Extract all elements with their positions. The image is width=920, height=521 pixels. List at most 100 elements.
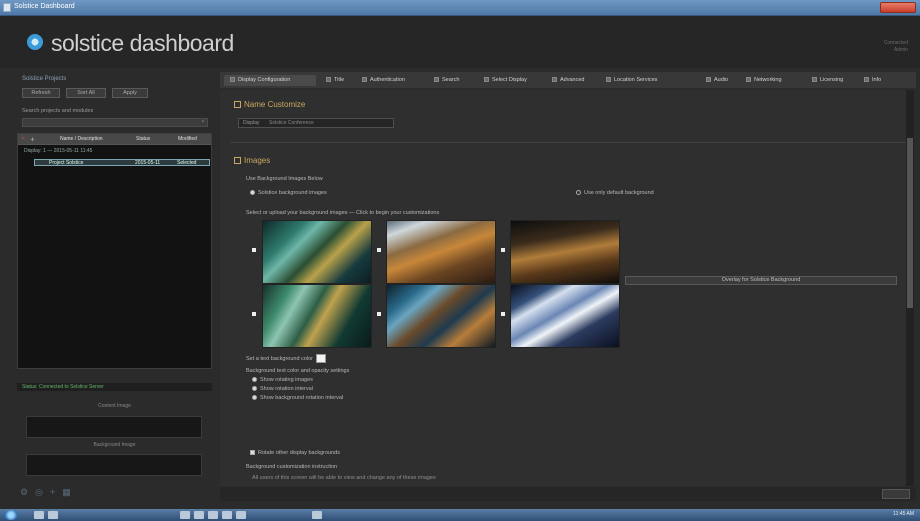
section-title: Images — [244, 156, 271, 165]
tab-select-display[interactable]: Select Display — [478, 75, 544, 86]
column-name[interactable]: Name / Description — [60, 136, 103, 142]
radio-icon — [576, 190, 581, 196]
background-thumbnail[interactable] — [510, 284, 620, 348]
content-image-box[interactable] — [26, 416, 202, 438]
tab-location-services[interactable]: Location Services — [600, 75, 698, 86]
radio-default-background[interactable]: Use only default background — [576, 190, 654, 196]
thumb-select-handle[interactable] — [501, 312, 505, 316]
overlay-background-button[interactable]: Overlay for Solstice Background — [625, 276, 897, 285]
column-modified[interactable]: Modified — [178, 136, 197, 142]
settings-tabbar: Display Configuration Title Authenticati… — [220, 72, 916, 88]
background-thumbnail[interactable] — [262, 284, 372, 348]
tab-display-configuration[interactable]: Display Configuration — [224, 75, 316, 86]
chevron-right-icon: › — [202, 119, 204, 125]
option-rotating-images[interactable]: Show rotating images — [252, 377, 313, 383]
delete-icon[interactable]: ✕ — [21, 136, 25, 142]
text-color-label: Set a text background color — [246, 355, 313, 362]
text-color-setting[interactable]: Set a text background color — [246, 354, 326, 363]
background-thumbnail[interactable] — [262, 220, 372, 284]
tab-advanced[interactable]: Advanced — [546, 75, 598, 86]
taskbar-app-icon[interactable] — [236, 511, 246, 519]
grid-icon[interactable]: ▦ — [62, 487, 71, 498]
thumb-select-handle[interactable] — [252, 312, 256, 316]
tab-label: Advanced — [560, 77, 585, 83]
tab-label: Networking — [754, 77, 782, 83]
tab-networking[interactable]: Networking — [740, 75, 804, 86]
radio-solstice-images[interactable]: Solstice background images — [250, 190, 327, 196]
start-button-icon[interactable] — [4, 510, 18, 520]
tab-label: Location Services — [614, 77, 658, 83]
tab-authentication[interactable]: Authentication — [356, 75, 426, 86]
upload-instructions: Select or upload your background images … — [246, 210, 440, 216]
solstice-logo-icon — [27, 34, 43, 50]
taskbar-app-icon[interactable] — [180, 511, 190, 519]
background-thumbnail[interactable] — [510, 220, 620, 284]
note-heading: Background customization instruction — [246, 464, 338, 470]
content-image-label: Content Image — [98, 403, 131, 409]
background-thumbnail[interactable] — [386, 220, 496, 284]
refresh-button[interactable]: Refresh — [22, 88, 60, 98]
sort-all-button[interactable]: Sort All — [66, 88, 106, 98]
taskbar-app-icon[interactable] — [222, 511, 232, 519]
window-titlebar: Solstice Dashboard — [0, 0, 920, 16]
window-close-button[interactable] — [880, 2, 916, 13]
globe-icon[interactable]: ◎ — [35, 487, 43, 498]
tab-icon — [484, 77, 489, 83]
display-name-value: Solstice Conference — [269, 120, 314, 126]
radio-label: Use only default background — [584, 190, 654, 196]
tab-title[interactable]: Title — [320, 75, 354, 86]
rotate-backgrounds-checkbox[interactable]: Rotate other display backgrounds — [250, 450, 340, 456]
tab-icon — [812, 77, 817, 83]
display-name-field[interactable]: Display Solstice Conference — [238, 118, 394, 128]
taskbar-clock: 11:45 AM — [893, 511, 914, 517]
scrollbar-thumb[interactable] — [907, 138, 913, 308]
tab-audio[interactable]: Audio — [700, 75, 738, 86]
option-background-interval[interactable]: Show background rotation interval — [252, 395, 343, 401]
background-image-box[interactable] — [26, 454, 202, 476]
tab-icon — [706, 77, 711, 83]
thumb-select-handle[interactable] — [377, 248, 381, 252]
tab-info[interactable]: Info — [858, 75, 890, 86]
app-icon — [3, 3, 11, 12]
taskbar-app-icon[interactable] — [312, 511, 322, 519]
tab-icon — [552, 77, 557, 83]
tab-licensing[interactable]: Licensing — [806, 75, 856, 86]
display-name-label: Display — [243, 120, 260, 126]
add-icon[interactable]: ＋ — [30, 136, 35, 143]
table-row[interactable]: Project Solstice 2015-05-11 Selected — [34, 159, 210, 166]
section-title: Name Customize — [244, 100, 306, 109]
project-search-input[interactable]: › — [22, 118, 208, 127]
taskbar-app-icon[interactable] — [48, 511, 58, 519]
plus-icon[interactable]: + — [50, 487, 55, 497]
option-label: Show background rotation interval — [260, 395, 344, 401]
window-title: Solstice Dashboard — [14, 3, 75, 10]
section-divider — [230, 142, 910, 143]
footer-action-button[interactable] — [882, 489, 910, 499]
tab-search[interactable]: Search — [428, 75, 476, 86]
project-group-label: Display: 1 — 2015-05-11 11:45 — [24, 148, 93, 154]
option-rotation-interval[interactable]: Show rotation interval — [252, 386, 313, 392]
taskbar-app-icon[interactable] — [208, 511, 218, 519]
column-status[interactable]: Status — [136, 136, 150, 142]
color-swatch[interactable] — [315, 354, 326, 363]
thumb-select-handle[interactable] — [252, 248, 256, 252]
tab-icon — [326, 77, 331, 83]
brand-title: solstice dashboard — [51, 30, 234, 56]
thumb-select-handle[interactable] — [377, 312, 381, 316]
app-header: solstice dashboard Connected Admin — [0, 16, 920, 68]
tab-icon — [434, 77, 439, 83]
thumb-select-handle[interactable] — [501, 248, 505, 252]
content-footer — [220, 487, 916, 501]
taskbar-app-icon[interactable] — [194, 511, 204, 519]
tab-label: Select Display — [492, 77, 527, 83]
content-scrollbar[interactable] — [906, 90, 914, 486]
apply-button[interactable]: Apply — [112, 88, 148, 98]
tab-icon — [230, 77, 235, 83]
taskbar-app-icon[interactable] — [34, 511, 44, 519]
background-thumbnail[interactable] — [386, 284, 496, 348]
tab-label: Authentication — [370, 77, 405, 83]
radio-icon — [250, 190, 255, 196]
tab-label: Audio — [714, 77, 729, 83]
settings-icon[interactable]: ⚙ — [20, 487, 28, 498]
tab-label: Licensing — [820, 77, 844, 83]
